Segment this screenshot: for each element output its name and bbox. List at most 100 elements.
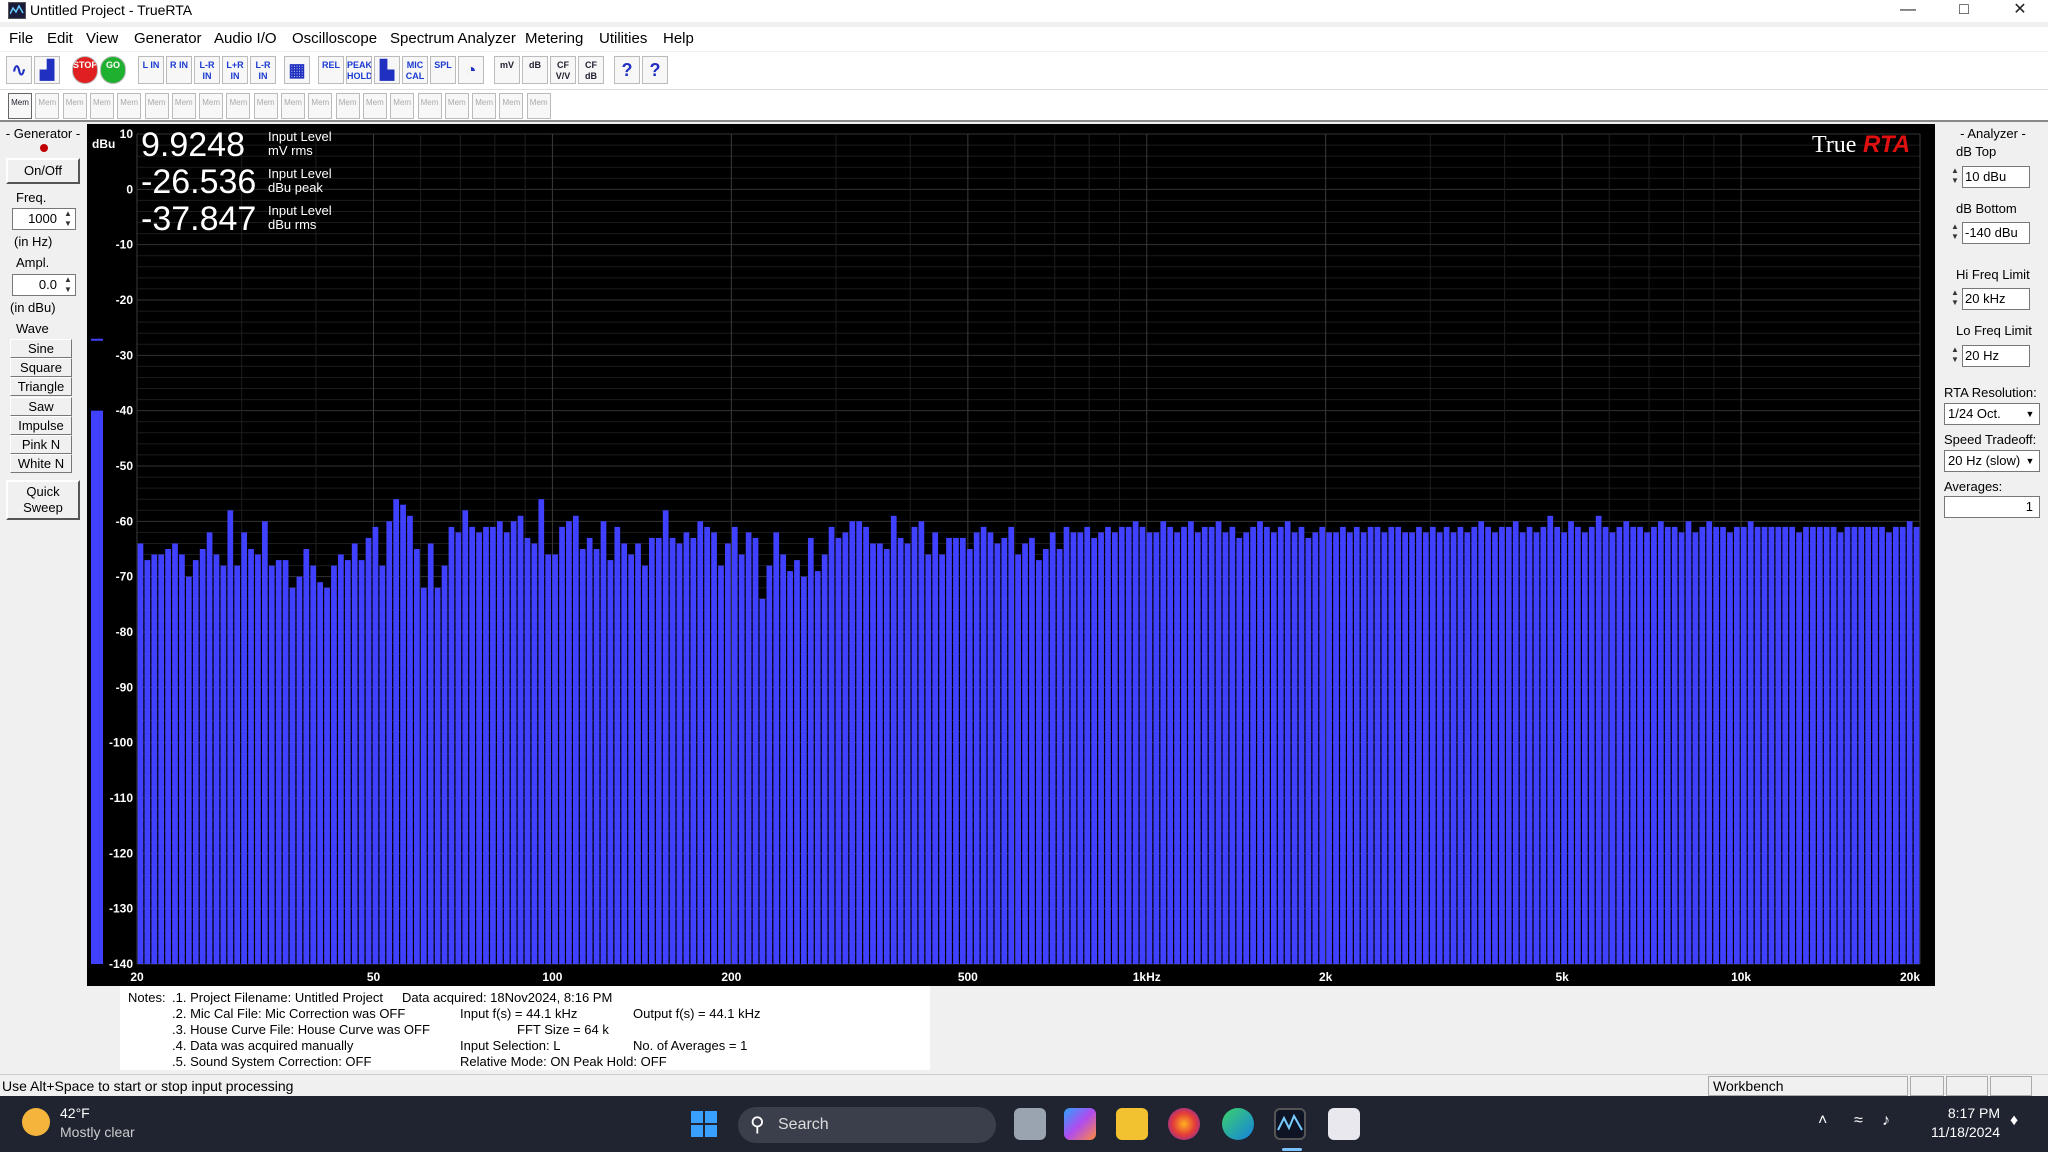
db-bottom-input[interactable]: -140 dBu [1962,222,2030,244]
toolbar-r-in-button[interactable]: R IN [166,56,192,84]
menu-view[interactable]: View [86,30,118,47]
memory-slot-2-button[interactable]: Mem [35,93,60,119]
close-icon[interactable]: ✕ [1992,0,2048,22]
wave-saw-button[interactable]: Saw [10,397,72,416]
memory-slot-19-button[interactable]: Mem [499,93,524,119]
minimize-icon[interactable]: — [1880,0,1936,22]
averages-input[interactable]: 1 [1944,496,2040,518]
toolbar-cf-v-v-button[interactable]: CF V/V [550,56,576,84]
volume-icon[interactable]: ♪ [1882,1112,1890,1130]
wave-pink-noise-button[interactable]: Pink N [10,435,72,454]
spectrum-bar [635,543,641,964]
menu-spectrum-analyzer[interactable]: Spectrum Analyzer [390,30,516,47]
toolbar-peak-hold-button[interactable]: PEAK HOLD [346,56,372,84]
rta-resolution-select[interactable]: 1/24 Oct. ▼ [1944,403,2040,425]
bars-icon[interactable]: ▙ [374,56,400,84]
memory-slot-12-button[interactable]: Mem [308,93,333,119]
chevron-down-icon[interactable]: ▼ [2023,453,2037,469]
memory-slot-20-button[interactable]: Mem [526,93,551,119]
freq-up-icon[interactable]: ▲ [61,209,75,219]
toolbar-l-r-in-button[interactable]: L-R IN [194,56,220,84]
grid-icon[interactable]: ▦ [284,56,310,84]
context-help-icon[interactable]: ? [642,56,668,84]
memory-slot-14-button[interactable]: Mem [362,93,387,119]
toolbar-mic-cal-button[interactable]: MIC CAL [402,56,428,84]
edge-icon[interactable] [1222,1108,1254,1140]
memory-slot-label: Mem [174,98,193,107]
ampl-input[interactable]: 0.0 ▲ ▼ [12,274,76,296]
toolbar-spl-button[interactable]: SPL [430,56,456,84]
db-top-input[interactable]: 10 dBu [1962,166,2030,188]
lo-freq-spin-icon[interactable]: ▲ ▼ [1948,345,1962,367]
speed-tradeoff-select[interactable]: 20 Hz (slow) ▼ [1944,450,2040,472]
hi-freq-spin-icon[interactable]: ▲ ▼ [1948,288,1962,310]
wave-square-button[interactable]: Square [10,358,72,377]
toolbar-rel-button[interactable]: REL [318,56,344,84]
lo-freq-input[interactable]: 20 Hz [1962,345,2030,367]
wifi-icon[interactable]: ≈ [1854,1112,1863,1130]
wave-white-noise-button[interactable]: White N [10,454,72,473]
db-top-spin-icon[interactable]: ▲ ▼ [1948,166,1962,188]
taskbar-search-input[interactable]: ⚲ Search [738,1107,996,1143]
memory-slot-6-button[interactable]: Mem [144,93,169,119]
wave-impulse-button[interactable]: Impulse [10,416,72,435]
hi-freq-input[interactable]: 20 kHz [1962,288,2030,310]
quick-sweep-button[interactable]: Quick Sweep [6,480,80,520]
memory-slot-18-button[interactable]: Mem [472,93,497,119]
memory-slot-13-button[interactable]: Mem [335,93,360,119]
toolbar-cf-db-button[interactable]: CF dB [578,56,604,84]
menu-file[interactable]: File [9,30,33,47]
weather-moon-icon[interactable] [22,1108,50,1136]
memory-slot-16-button[interactable]: Mem [417,93,442,119]
memory-slot-15-button[interactable]: Mem [390,93,415,119]
toolbar-mv-button[interactable]: mV [494,56,520,84]
menu-help[interactable]: Help [663,30,694,47]
menu-edit[interactable]: Edit [47,30,73,47]
ampl-up-icon[interactable]: ▲ [61,275,75,285]
task-view-icon[interactable] [1014,1108,1046,1140]
start-button-icon[interactable] [690,1110,718,1138]
menu-metering[interactable]: Metering [525,30,583,47]
firefox-icon[interactable] [1168,1108,1200,1140]
memory-slot-8-button[interactable]: Mem [199,93,224,119]
sine-icon[interactable]: ∿ [6,56,32,84]
snipping-tool-icon[interactable] [1328,1108,1360,1140]
readout-dbu-peak-label1: Input Level [268,166,332,181]
db-bottom-spin-icon[interactable]: ▲ ▼ [1948,222,1962,244]
menu-audio-io[interactable]: Audio I/O [214,30,277,47]
chevron-up-icon[interactable]: ˄ [1818,1112,1827,1130]
memory-slot-10-button[interactable]: Mem [253,93,278,119]
menu-utilities[interactable]: Utilities [599,30,647,47]
memory-slot-17-button[interactable]: Mem [444,93,469,119]
file-explorer-icon[interactable] [1116,1108,1148,1140]
menu-oscilloscope[interactable]: Oscilloscope [292,30,377,47]
freq-input[interactable]: 1000 ▲ ▼ [12,208,76,230]
copilot-icon[interactable] [1064,1108,1096,1140]
chevron-down-icon[interactable]: ▼ [2023,406,2037,422]
toolbar-go-button[interactable]: GO [100,56,126,84]
help-icon[interactable]: ? [614,56,640,84]
memory-slot-4-button[interactable]: Mem [89,93,114,119]
toolbar-db-button[interactable]: dB [522,56,548,84]
wave-sine-button[interactable]: Sine [10,339,72,358]
memory-slot-5-button[interactable]: Mem [117,93,142,119]
toolbar-l-in-button[interactable]: L IN [138,56,164,84]
truerta-taskbar-icon[interactable] [1274,1108,1306,1140]
memory-slot-11-button[interactable]: Mem [281,93,305,119]
memory-slot-1-button[interactable]: Mem [8,93,32,119]
memory-slot-7-button[interactable]: Mem [171,93,196,119]
toolbar-l-r-in-button[interactable]: L+R IN [222,56,248,84]
ampl-down-icon[interactable]: ▼ [61,285,75,295]
generator-onoff-button[interactable]: On/Off [6,158,80,184]
memory-slot-9-button[interactable]: Mem [226,93,251,119]
gauge-icon[interactable]: ◔ [458,56,484,84]
wave-triangle-button[interactable]: Triangle [10,377,72,396]
freq-down-icon[interactable]: ▼ [61,219,75,229]
maximize-icon[interactable]: □ [1936,0,1992,22]
spectrum-icon[interactable]: ▟ [34,56,60,84]
toolbar-l-r-in-button[interactable]: L-R IN [250,56,276,84]
toolbar-stop-button[interactable]: STOP [72,56,98,84]
memory-slot-3-button[interactable]: Mem [62,93,87,119]
notification-bell-icon[interactable]: ♦ [2010,1112,2018,1130]
menu-generator[interactable]: Generator [134,30,202,47]
